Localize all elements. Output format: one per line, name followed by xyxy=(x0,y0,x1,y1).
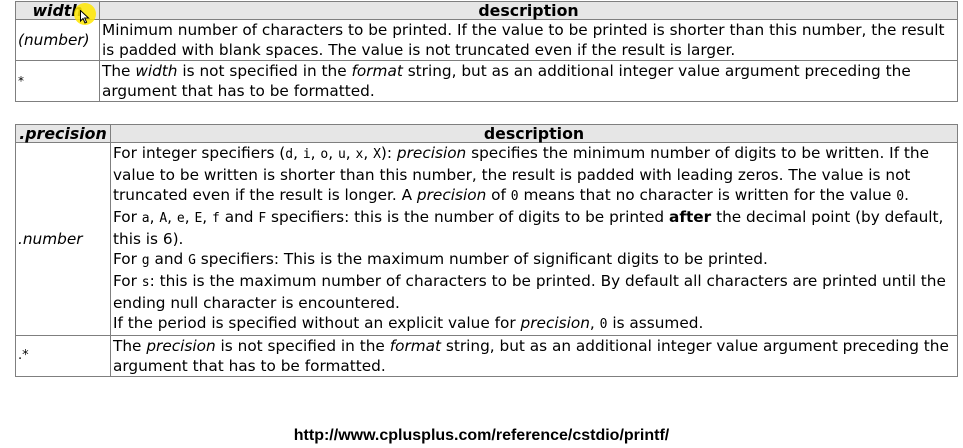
code-zero: 0 xyxy=(510,189,519,204)
integer-specifiers-paragraph: For integer specifiers (d, i, o, u, x, X… xyxy=(113,144,930,204)
text-span: of xyxy=(486,186,511,204)
code-zero: 0 xyxy=(896,189,905,204)
dot-number-description-cell: For integer specifiers (d, i, o, u, x, X… xyxy=(110,142,958,336)
code-a: a xyxy=(141,211,150,226)
s-specifier-paragraph: For s: this is the maximum number of cha… xyxy=(113,271,955,313)
precision-header: .precision xyxy=(15,124,111,143)
text-span: is assumed. xyxy=(607,314,704,332)
default-precision-paragraph: If the period is specified without an ex… xyxy=(113,313,955,335)
star-key-cell: * xyxy=(15,60,100,102)
after-term: after xyxy=(669,208,712,226)
text-span: specifiers: This is the maximum number o… xyxy=(195,250,768,268)
star-description-cell: The width is not specified in the format… xyxy=(99,60,958,102)
table-row: (number) Minimum number of characters to… xyxy=(15,19,958,61)
text-span: : this is the maximum number of characte… xyxy=(113,272,946,312)
mouse-pointer-icon xyxy=(80,10,90,24)
text-span: The xyxy=(113,337,147,355)
code-G: G xyxy=(188,253,196,268)
code-A: A xyxy=(159,211,168,226)
table-row: .* The precision is not specified in the… xyxy=(15,335,958,377)
table-row: .number For integer specifiers (d, i, o,… xyxy=(15,142,958,336)
number-description-cell: Minimum number of characters to be print… xyxy=(99,19,958,61)
text-span: is not specified in the xyxy=(215,337,390,355)
number-key-cell: (number) xyxy=(15,19,100,61)
precision-spec-table: .precision description .number For integ… xyxy=(15,124,958,377)
precision-term: precision xyxy=(520,314,590,332)
precision-term: precision xyxy=(396,144,467,162)
code-x: x xyxy=(355,147,364,162)
code-u: u xyxy=(337,147,346,162)
dot-star-description-cell: The precision is not specified in the fo… xyxy=(110,335,958,377)
text-span: For xyxy=(113,250,142,268)
dot-number-key-cell: .number xyxy=(15,142,111,336)
format-term: format xyxy=(389,337,442,355)
text-span: is not specified in the xyxy=(177,62,352,80)
text-span: specifiers: this is the number of digits… xyxy=(266,208,669,226)
text-span: If the period is specified without an ex… xyxy=(113,314,521,332)
text-span: For xyxy=(113,272,142,290)
code-g: g xyxy=(141,253,150,268)
text-span: and xyxy=(149,250,189,268)
text-span: , xyxy=(589,314,600,332)
text-span: means that no character is written for t… xyxy=(518,186,897,204)
width-term: width xyxy=(135,62,178,80)
width-description-header: description xyxy=(99,1,958,20)
code-e: e xyxy=(176,211,185,226)
code-s: s xyxy=(141,275,150,290)
dot-star-key-cell: .* xyxy=(15,335,111,377)
code-d: d xyxy=(285,147,294,162)
text-span: ): xyxy=(380,144,397,162)
code-E: E xyxy=(194,211,203,226)
text-span: For integer specifiers ( xyxy=(113,144,286,162)
text-span: For xyxy=(113,208,142,226)
precision-table-header-row: .precision description xyxy=(15,124,958,143)
width-spec-table: width description (number) Minimum numbe… xyxy=(15,1,958,102)
code-F: F xyxy=(258,211,267,226)
text-span: . xyxy=(904,186,909,204)
precision-term: precision xyxy=(416,186,487,204)
g-specifiers-paragraph: For g and G specifiers: This is the maxi… xyxy=(113,249,955,271)
code-f: f xyxy=(212,211,220,226)
text-span: The xyxy=(102,62,136,80)
precision-description-header: description xyxy=(110,124,958,143)
precision-term: precision xyxy=(146,337,216,355)
code-X: X xyxy=(373,147,381,162)
code-i: i xyxy=(302,147,311,162)
code-o: o xyxy=(320,147,329,162)
table-row: * The width is not specified in the form… xyxy=(15,60,958,102)
text-span: and xyxy=(219,208,259,226)
float-specifiers-paragraph: For a, A, e, E, f and F specifiers: this… xyxy=(113,208,944,248)
format-term: format xyxy=(351,62,403,80)
width-table-header-row: width description xyxy=(15,1,958,20)
source-url: http://www.cplusplus.com/reference/cstdi… xyxy=(293,427,670,444)
